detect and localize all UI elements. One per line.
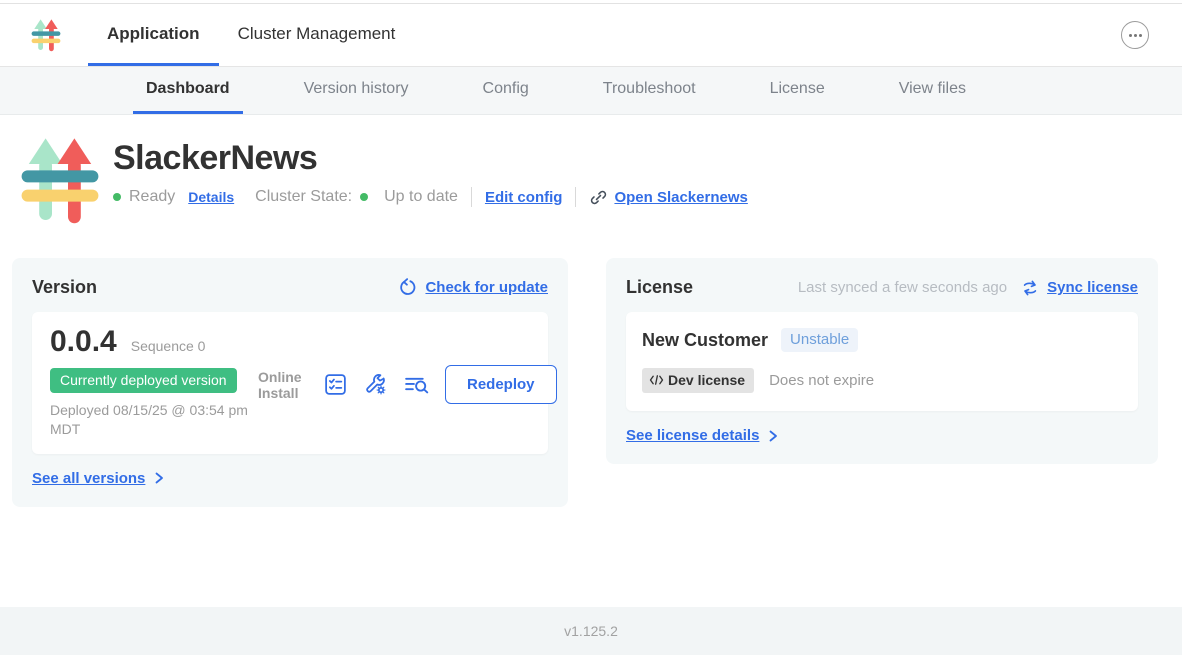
tab-application-label: Application	[107, 24, 200, 44]
edit-config-link[interactable]: Edit config	[485, 189, 563, 206]
code-brackets-icon	[649, 374, 664, 386]
subnav-view-files[interactable]: View files	[886, 67, 979, 114]
chain-link-icon	[589, 188, 608, 207]
divider	[575, 187, 576, 207]
subnav-config-label: Config	[483, 80, 529, 98]
ready-status-label: Ready	[129, 188, 175, 206]
details-link[interactable]: Details	[188, 189, 234, 205]
see-license-details-row: See license details	[626, 427, 1138, 444]
license-card-header: License Last synced a few seconds ago Sy…	[626, 277, 1138, 298]
open-app-link[interactable]: Open Slackernews	[614, 189, 747, 206]
version-number: 0.0.4	[50, 325, 117, 359]
channel-badge: Unstable	[781, 328, 858, 352]
version-info: 0.0.4 Sequence 0 Currently deployed vers…	[50, 325, 258, 439]
version-card-header: Version Check for update	[32, 277, 548, 298]
subnav-license-label: License	[770, 80, 825, 98]
subnav-license[interactable]: License	[757, 67, 838, 114]
refresh-icon	[398, 278, 417, 297]
app-status-row: Ready Details Cluster State: Up to date …	[113, 187, 748, 207]
current-version-panel: 0.0.4 Sequence 0 Currently deployed vers…	[32, 312, 548, 454]
version-card-title: Version	[32, 277, 97, 298]
subnav-version-history-label: Version history	[304, 80, 409, 98]
header-tabs: Application Cluster Management	[88, 4, 414, 66]
see-all-versions-row: See all versions	[32, 470, 548, 487]
console-version: v1.125.2	[564, 623, 618, 639]
license-card-title: License	[626, 277, 693, 298]
deployed-timestamp: Deployed 08/15/25 @ 03:54 pm MDT	[50, 401, 258, 439]
main-content: SlackerNews Ready Details Cluster State:…	[0, 115, 1182, 604]
ellipsis-icon	[1129, 34, 1132, 37]
subnav-troubleshoot[interactable]: Troubleshoot	[590, 67, 709, 114]
subnav-dashboard[interactable]: Dashboard	[133, 67, 243, 114]
version-number-row: 0.0.4 Sequence 0	[50, 325, 258, 359]
subnav-dashboard-label: Dashboard	[146, 80, 230, 98]
hero-text: SlackerNews Ready Details Cluster State:…	[113, 135, 748, 225]
sequence-label: Sequence 0	[131, 338, 206, 354]
divider	[471, 187, 472, 207]
customer-row: New Customer Unstable	[642, 328, 1122, 352]
subnav-config[interactable]: Config	[470, 67, 542, 114]
deployed-badge: Currently deployed version	[50, 368, 237, 393]
app-header: Application Cluster Management	[0, 4, 1182, 67]
subnav-troubleshoot-label: Troubleshoot	[603, 80, 696, 98]
edit-config-button[interactable]	[363, 372, 388, 397]
subnav-version-history[interactable]: Version history	[291, 67, 422, 114]
see-all-versions-link[interactable]: See all versions	[32, 470, 145, 487]
check-for-update-link[interactable]: Check for update	[425, 279, 548, 296]
app-hero: SlackerNews Ready Details Cluster State:…	[0, 115, 1182, 225]
sync-license-group: Last synced a few seconds ago Sync licen…	[798, 279, 1138, 297]
redeploy-button[interactable]: Redeploy	[445, 365, 557, 404]
install-type-label: Online Install	[258, 369, 308, 401]
chevron-right-icon	[767, 429, 779, 443]
app-logo-large-icon	[20, 135, 100, 225]
overflow-menu-button[interactable]	[1121, 21, 1149, 49]
app-logo-icon	[31, 18, 61, 52]
sync-license-link[interactable]: Sync license	[1047, 279, 1138, 296]
page: Application Cluster Management Dashboard…	[0, 0, 1182, 655]
license-card: License Last synced a few seconds ago Sy…	[606, 258, 1158, 464]
tab-application[interactable]: Application	[88, 4, 219, 66]
customer-name: New Customer	[642, 330, 768, 351]
view-logs-button[interactable]	[403, 372, 430, 397]
license-expiry: Does not expire	[769, 372, 874, 389]
chevron-right-icon	[153, 471, 165, 485]
app-logo-svg	[31, 18, 61, 52]
license-type-row: Dev license Does not expire	[642, 368, 1122, 393]
version-actions: Online Install	[258, 359, 557, 404]
dashboard-cards: Version Check for update 0.0.4 Sequence	[0, 225, 1182, 507]
logs-magnifier-icon	[403, 372, 430, 397]
subnav-view-files-label: View files	[899, 80, 966, 98]
license-type-label: Dev license	[668, 372, 745, 388]
version-card: Version Check for update 0.0.4 Sequence	[12, 258, 568, 507]
app-footer: v1.125.2	[0, 607, 1182, 655]
license-panel: New Customer Unstable Dev license	[626, 312, 1138, 411]
see-license-details-link[interactable]: See license details	[626, 427, 759, 444]
page-title: SlackerNews	[113, 139, 748, 178]
open-app-group: Open Slackernews	[589, 188, 747, 207]
wrench-gear-icon	[363, 372, 388, 397]
cluster-state-value: Up to date	[384, 188, 458, 206]
license-type-badge: Dev license	[642, 368, 754, 393]
header-spacer	[414, 4, 1121, 66]
check-update-group: Check for update	[398, 278, 548, 297]
tab-cluster-management[interactable]: Cluster Management	[219, 4, 415, 66]
sync-arrows-icon	[1021, 279, 1039, 297]
cluster-state-label: Cluster State:	[255, 188, 352, 206]
cluster-state-dot	[360, 193, 368, 201]
app-subnav: Dashboard Version history Config Trouble…	[0, 67, 1182, 115]
checklist-icon	[323, 372, 348, 397]
ready-status-dot	[113, 193, 121, 201]
preflight-checks-button[interactable]	[323, 372, 348, 397]
tab-cluster-management-label: Cluster Management	[238, 24, 396, 44]
last-synced-label: Last synced a few seconds ago	[798, 279, 1007, 296]
